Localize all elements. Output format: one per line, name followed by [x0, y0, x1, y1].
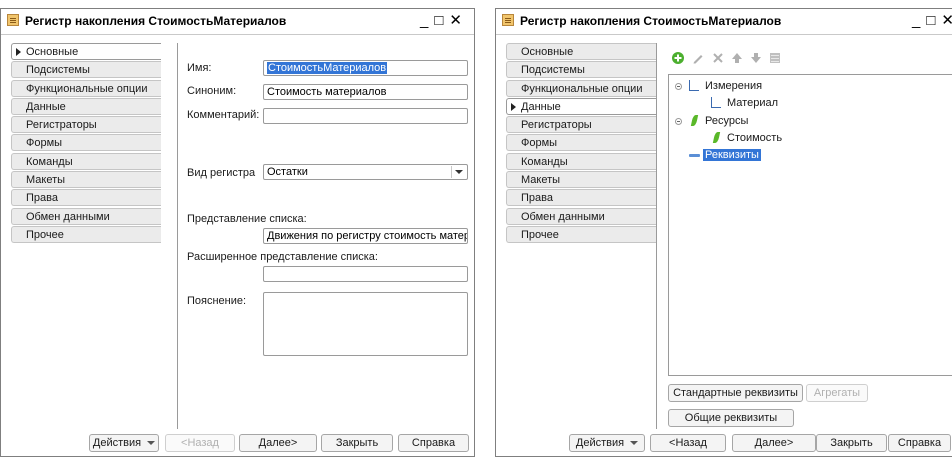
close-button[interactable]: Закрыть — [321, 434, 393, 452]
register-window-main: Регистр накопления СтоимостьМатериалов _… — [0, 8, 475, 457]
tab-functional-options[interactable]: Функциональные опции — [11, 79, 161, 97]
explanation-label: Пояснение: — [187, 295, 247, 307]
actions-label: Действия — [575, 437, 625, 449]
actions-button[interactable]: Действия — [89, 434, 159, 452]
register-icon — [7, 14, 19, 26]
tab-forms[interactable]: Формы — [11, 134, 161, 152]
chevron-down-icon[interactable] — [451, 166, 466, 178]
extended-list-presentation-field[interactable] — [263, 266, 468, 282]
tab-forms[interactable]: Формы — [506, 134, 656, 152]
tree-node-attributes[interactable]: Реквизиты — [703, 149, 761, 161]
collapse-icon[interactable] — [675, 118, 682, 125]
common-attributes-button[interactable]: Общие реквизиты — [668, 409, 794, 427]
resource-icon — [712, 132, 721, 143]
window-controls: _□✕ — [420, 11, 468, 29]
standard-attributes-button[interactable]: Стандартные реквизиты — [668, 384, 803, 402]
actions-label: Действия — [92, 437, 142, 449]
name-field[interactable]: СтоимостьМатериалов — [263, 60, 468, 76]
next-button[interactable]: Далее> — [732, 434, 816, 452]
register-window-data: Регистр накопления СтоимостьМатериалов _… — [495, 8, 952, 457]
tab-other[interactable]: Прочее — [506, 225, 656, 243]
tab-templates[interactable]: Макеты — [506, 171, 656, 189]
tree-node-resources[interactable]: Ресурсы — [705, 115, 748, 127]
tab-list: Основные Подсистемы Функциональные опции… — [11, 43, 161, 244]
tab-subsystems[interactable]: Подсистемы — [506, 61, 656, 79]
dimension-icon — [689, 80, 699, 91]
tree-node-dimensions[interactable]: Измерения — [705, 80, 762, 92]
tree-node-material[interactable]: Материал — [727, 97, 778, 109]
tab-other[interactable]: Прочее — [11, 225, 161, 243]
back-button[interactable]: <Назад — [165, 434, 235, 452]
tab-data[interactable]: Данные — [506, 97, 656, 115]
delete-icon[interactable] — [711, 51, 725, 65]
tab-basic[interactable]: Основные — [506, 43, 656, 60]
maximize-icon[interactable]: □ — [434, 12, 449, 29]
synonym-label: Синоним: — [187, 85, 237, 97]
list-presentation-label: Представление списка: — [187, 213, 307, 225]
tab-functional-options[interactable]: Функциональные опции — [506, 79, 656, 97]
name-label: Имя: — [187, 62, 212, 74]
comment-field[interactable] — [263, 108, 468, 124]
explanation-field[interactable] — [263, 292, 468, 356]
aggregates-button[interactable]: Агрегаты — [806, 384, 868, 402]
help-button[interactable]: Справка — [398, 434, 469, 452]
name-value: СтоимостьМатериалов — [267, 62, 388, 74]
tab-subsystems[interactable]: Подсистемы — [11, 61, 161, 79]
help-button[interactable]: Справка — [888, 434, 951, 452]
comment-label: Комментарий: — [187, 109, 260, 121]
tree-node-cost[interactable]: Стоимость — [727, 132, 782, 144]
chevron-down-icon — [630, 441, 639, 446]
edit-icon[interactable] — [691, 51, 705, 65]
add-icon[interactable] — [671, 51, 685, 65]
tab-rights[interactable]: Права — [506, 189, 656, 207]
tab-rights[interactable]: Права — [11, 189, 161, 207]
tab-data[interactable]: Данные — [11, 97, 161, 115]
register-type-label: Вид регистра — [187, 167, 256, 179]
dimension-icon — [711, 97, 721, 108]
sort-icon[interactable] — [768, 51, 782, 65]
register-type-select[interactable]: Остатки — [263, 164, 468, 180]
tab-commands[interactable]: Команды — [11, 152, 161, 170]
attribute-icon — [689, 154, 700, 157]
tab-templates[interactable]: Макеты — [11, 171, 161, 189]
close-icon[interactable]: ✕ — [449, 11, 468, 29]
tab-data-exchange[interactable]: Обмен данными — [11, 207, 161, 225]
title-bar[interactable]: Регистр накопления СтоимостьМатериалов _… — [496, 9, 952, 35]
register-type-value: Остатки — [267, 166, 308, 178]
chevron-down-icon — [147, 441, 156, 446]
back-button[interactable]: <Назад — [650, 434, 726, 452]
tab-pane-divider — [177, 43, 178, 429]
tab-registrators[interactable]: Регистраторы — [506, 116, 656, 134]
resource-icon — [690, 115, 699, 126]
window-title: Регистр накопления СтоимостьМатериалов — [520, 14, 782, 28]
synonym-field[interactable]: Стоимость материалов — [263, 84, 468, 100]
register-icon — [502, 14, 514, 26]
collapse-icon[interactable] — [675, 83, 682, 90]
window-controls: _□✕ — [912, 11, 952, 29]
minimize-icon[interactable]: _ — [420, 12, 434, 29]
move-down-icon[interactable] — [749, 51, 763, 65]
next-button[interactable]: Далее> — [239, 434, 317, 452]
tab-basic[interactable]: Основные — [11, 43, 161, 60]
list-presentation-field[interactable]: Движения по регистру стоимость матер — [263, 228, 468, 244]
actions-button[interactable]: Действия — [569, 434, 645, 452]
maximize-icon[interactable]: □ — [926, 12, 941, 29]
tab-registrators[interactable]: Регистраторы — [11, 116, 161, 134]
tab-list: Основные Подсистемы Функциональные опции… — [506, 43, 656, 244]
minimize-icon[interactable]: _ — [912, 12, 926, 29]
tab-pane-divider — [656, 43, 657, 429]
window-title: Регистр накопления СтоимостьМатериалов — [25, 14, 287, 28]
close-button[interactable]: Закрыть — [816, 434, 887, 452]
tab-data-exchange[interactable]: Обмен данными — [506, 207, 656, 225]
move-up-icon[interactable] — [730, 51, 744, 65]
tab-commands[interactable]: Команды — [506, 152, 656, 170]
close-icon[interactable]: ✕ — [941, 11, 952, 29]
title-bar[interactable]: Регистр накопления СтоимостьМатериалов _… — [1, 9, 474, 35]
data-tree: Измерения Материал Ресурсы Стоимость Рек… — [668, 74, 952, 376]
extended-list-presentation-label: Расширенное представление списка: — [187, 251, 378, 263]
